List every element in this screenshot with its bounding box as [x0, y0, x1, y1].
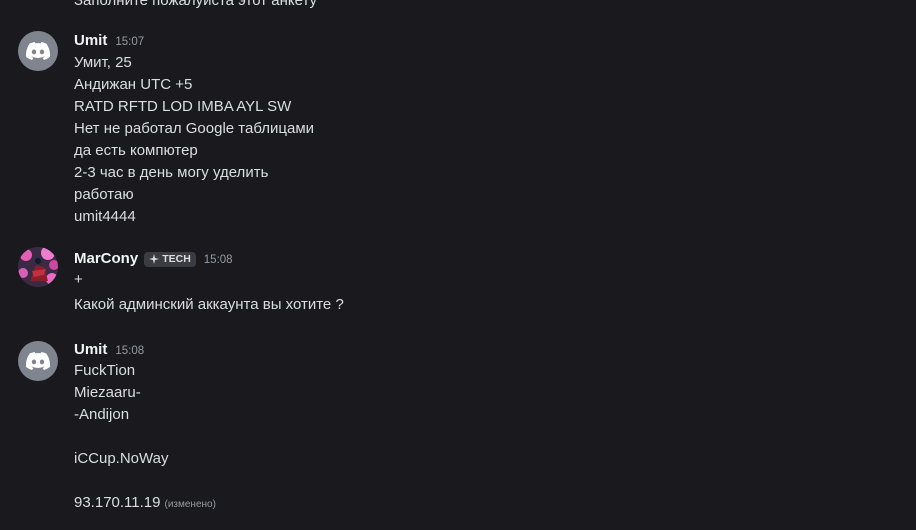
message-line: Умит, 25: [74, 54, 132, 71]
message-line-blank: [74, 426, 216, 448]
scrollbar[interactable]: [906, 0, 914, 530]
timestamp[interactable]: 15:08: [204, 249, 233, 271]
chat-message-list[interactable]: Заполните пожалуйста этот анкету Umit 15…: [0, 0, 916, 530]
message-line: работаю: [74, 186, 134, 203]
message-text-clipped: Заполните пожалуйста этот анкету: [74, 0, 317, 9]
message-line: umit4444: [74, 208, 136, 225]
username[interactable]: Umit: [74, 339, 107, 361]
username[interactable]: MarCony: [74, 248, 138, 270]
server-tag-badge[interactable]: TECH: [144, 251, 196, 267]
message-line: Miezaaru-: [74, 384, 141, 401]
avatar[interactable]: [18, 31, 58, 71]
message-header: Umit 15:07: [74, 30, 144, 52]
username[interactable]: Umit: [74, 30, 107, 52]
timestamp[interactable]: 15:07: [115, 31, 144, 53]
message-line-blank: [74, 470, 216, 492]
discord-logo-icon: [26, 352, 50, 370]
message-line: да есть компютер: [74, 142, 198, 159]
message-content: Умит, 25 Андижан UTC +5 RATD RFTD LOD IM…: [74, 52, 314, 228]
sparkle-icon: [149, 254, 160, 264]
discord-logo-icon: [26, 42, 50, 60]
message-content: + Какой админский аккаунта вы хотите ?: [74, 269, 344, 318]
message-line: 2-3 час в день могу уделить: [74, 164, 269, 181]
message-line: Какой админский аккаунта вы хотите ?: [74, 296, 344, 313]
avatar[interactable]: [18, 341, 58, 381]
message-line: iCCup.NoWay: [74, 450, 169, 467]
message-line: +: [74, 271, 83, 288]
profile-picture: [18, 247, 58, 287]
message-line: FuckTion: [74, 362, 136, 379]
server-tag-label: TECH: [162, 253, 191, 265]
message-line: Андижан UTC +5: [74, 76, 193, 93]
message-line: -Andijon: [74, 406, 130, 423]
message-line-text: 93.170.11.19: [74, 494, 161, 511]
message-line-last: 93.170.11.19 (изменено): [74, 492, 216, 514]
edited-label: (изменено): [164, 499, 216, 510]
message-content: FuckTion Miezaaru- -Andijon iCCup.NoWay …: [74, 360, 216, 514]
message-line: Нет не работал Google таблицами: [74, 120, 315, 137]
message-header: Umit 15:08: [74, 339, 144, 361]
message-header: MarCony TECH 15:08: [74, 248, 233, 270]
timestamp[interactable]: 15:08: [115, 340, 144, 362]
avatar[interactable]: [18, 247, 58, 287]
message-line: RATD RFTD LOD IMBA AYL SW: [74, 98, 292, 115]
